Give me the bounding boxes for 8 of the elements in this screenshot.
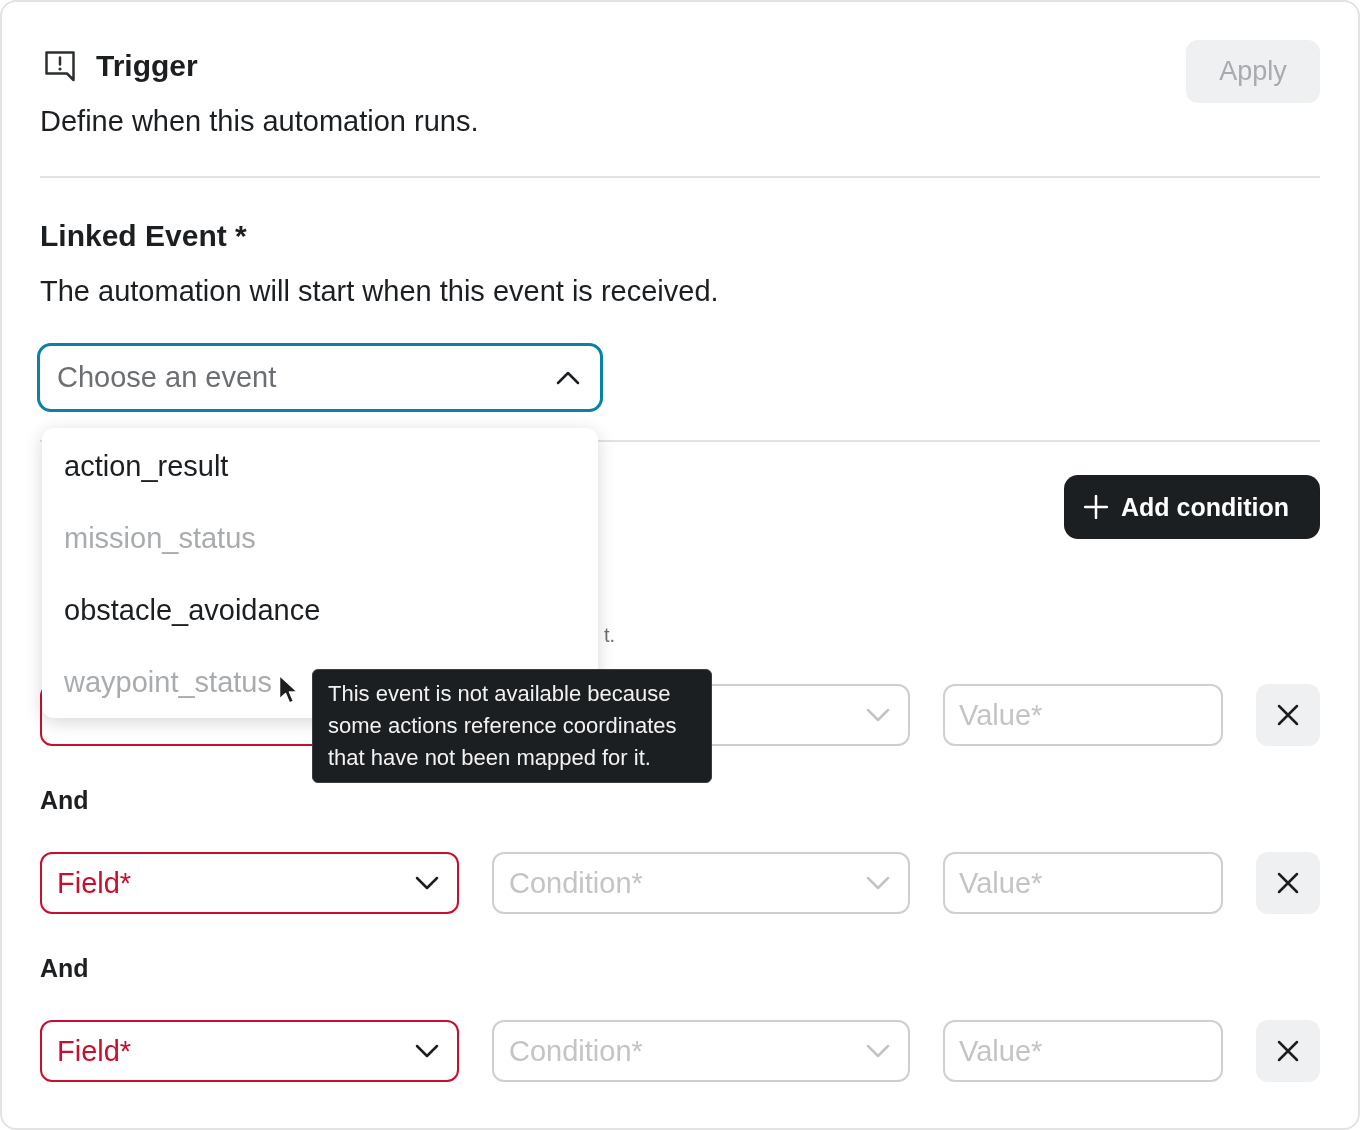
connector-label: And [40,785,90,816]
section-title: Trigger [96,48,198,84]
section-description: Define when this automation runs. [40,104,479,138]
connector-label: And [40,953,90,984]
linked-event-description: The automation will start when this event is received. [40,274,720,309]
conditions-description: t. [604,624,616,646]
tooltip: This event is not available because some actions reference coordinates that have not been mapped for it. [312,669,712,783]
linked-event-label: Linked Event * [40,218,248,254]
